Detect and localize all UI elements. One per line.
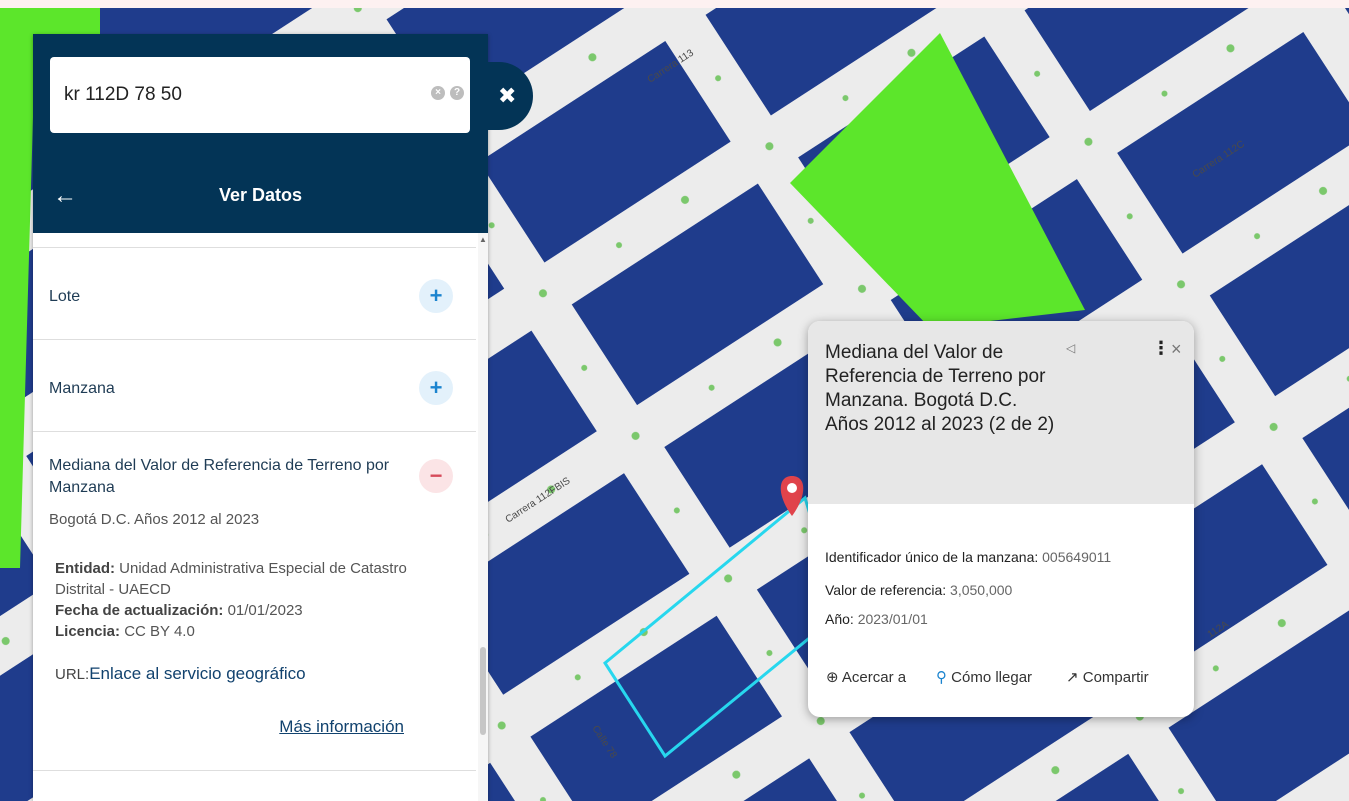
close-popup-icon[interactable]: × [1171, 339, 1182, 360]
field-key: Año: [825, 611, 854, 627]
top-border [0, 0, 1349, 8]
field-value: 005649011 [1042, 549, 1112, 565]
zoom-to-label: Acercar a [841, 669, 907, 686]
share-button[interactable]: ↗ Compartir [1066, 668, 1149, 686]
field-key: Valor de referencia: [825, 582, 947, 598]
panel-header: × ? ← Ver Datos [33, 34, 488, 233]
layer-details: Entidad: Unidad Administrativa Especial … [55, 558, 415, 642]
divider [33, 431, 476, 432]
share-label: Compartir [1082, 669, 1149, 686]
geo-service-link[interactable]: Enlace al servicio geográfico [89, 664, 305, 683]
expand-plus-icon[interactable]: + [419, 279, 453, 313]
popup-field: Año: 2023/01/01 [825, 611, 928, 627]
previous-feature-icon[interactable]: ◁ [1066, 341, 1075, 355]
list-item-label: Manzana [49, 380, 115, 397]
search-input[interactable] [64, 83, 424, 107]
entidad-key: Entidad: [55, 560, 115, 577]
licencia-line: Licencia: CC BY 4.0 [55, 621, 415, 642]
divider [33, 339, 476, 340]
popup-field: Identificador único de la manzana: 00564… [825, 549, 1111, 565]
more-options-icon[interactable]: ⋮ [1152, 339, 1170, 357]
layer-title: Mediana del Valor de Referencia de Terre… [49, 457, 390, 496]
side-panel: × ? ← Ver Datos Lote + Manzana + Mediana… [33, 34, 488, 801]
popup-header: Mediana del Valor de Referencia de Terre… [808, 321, 1194, 504]
layer-list: Lote + Manzana + Mediana del Valor de Re… [33, 233, 476, 801]
field-value: 2023/01/01 [857, 611, 928, 627]
fecha-key: Fecha de actualización: [55, 602, 224, 619]
divider [33, 247, 476, 248]
clear-search-icon[interactable]: × [431, 86, 445, 100]
directions-button[interactable]: ⚲ Cómo llegar [936, 668, 1032, 686]
route-pin-icon: ⚲ [936, 669, 947, 686]
url-line: URL:Enlace al servicio geográfico [55, 664, 306, 684]
licencia-key: Licencia: [55, 623, 121, 640]
scroll-thumb[interactable] [480, 647, 486, 735]
more-info-link[interactable]: Más información [279, 717, 404, 737]
share-icon: ↗ [1066, 669, 1079, 686]
search-box: × ? [50, 57, 470, 133]
expand-plus-icon[interactable]: + [419, 371, 453, 405]
collapse-minus-icon[interactable]: − [419, 459, 453, 493]
fecha-line: Fecha de actualización: 01/01/2023 [55, 600, 415, 621]
layer-subtitle: Bogotá D.C. Años 2012 al 2023 [49, 511, 260, 528]
feature-popup: Mediana del Valor de Referencia de Terre… [808, 321, 1194, 717]
divider [33, 770, 476, 771]
field-value: 3,050,000 [950, 582, 1013, 598]
scroll-up-icon[interactable]: ▲ [479, 235, 487, 244]
zoom-to-button[interactable]: ⊕ Acercar a [826, 668, 906, 686]
directions-label: Cómo llegar [951, 669, 1033, 686]
help-icon[interactable]: ? [450, 86, 464, 100]
field-key: Identificador único de la manzana: [825, 549, 1039, 565]
zoom-in-icon: ⊕ [826, 669, 839, 686]
entidad-line: Entidad: Unidad Administrativa Especial … [55, 558, 415, 600]
list-item-label: Lote [49, 288, 81, 305]
close-icon: ✖ [498, 83, 517, 108]
popup-title: Mediana del Valor de Referencia de Terre… [825, 342, 1055, 435]
fecha-value: 01/01/2023 [227, 602, 303, 619]
panel-title: Ver Datos [218, 185, 303, 205]
scrollbar[interactable]: ▲ [478, 233, 488, 801]
url-key: URL: [55, 666, 90, 683]
licencia-value: CC BY 4.0 [124, 623, 195, 640]
popup-field: Valor de referencia: 3,050,000 [825, 582, 1012, 598]
